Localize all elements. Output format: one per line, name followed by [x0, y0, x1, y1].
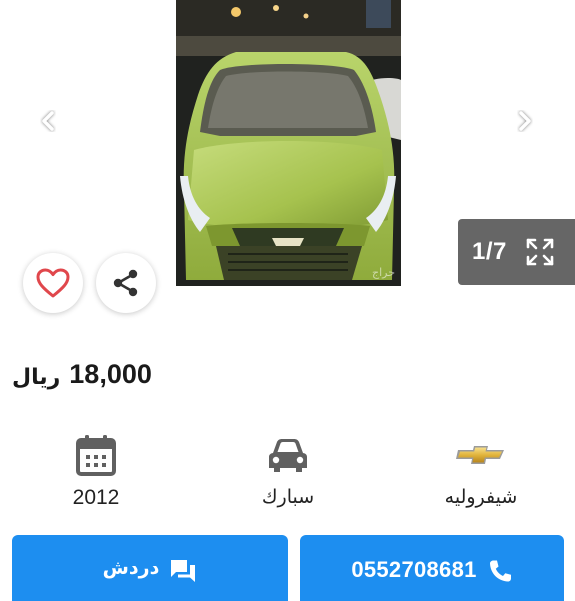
chat-button[interactable]: دردش	[12, 535, 288, 601]
favorite-button[interactable]	[23, 253, 83, 313]
spec-year: 2012	[11, 432, 181, 512]
spec-year-label: 2012	[72, 486, 120, 509]
price-amount: 18,000	[69, 358, 152, 389]
phone-icon	[489, 560, 511, 582]
chevron-left-icon	[42, 111, 54, 131]
calendar-icon	[76, 435, 116, 476]
watermark-text: حراج	[372, 266, 395, 279]
spec-make: شيفروليه	[396, 432, 566, 512]
price: 18,000 ريال	[12, 352, 312, 396]
call-button-label: 0552708681	[351, 557, 477, 582]
next-image-button[interactable]	[510, 104, 540, 138]
chat-button-label: دردش	[102, 557, 160, 579]
fullscreen-button[interactable]	[525, 237, 555, 267]
chevron-right-icon	[519, 111, 531, 131]
heart-icon	[36, 268, 70, 298]
image-counter-panel: 1/7	[458, 219, 575, 285]
car-icon	[269, 439, 307, 472]
image-counter: 1/7	[472, 238, 507, 265]
share-icon	[113, 269, 138, 297]
car-photo[interactable]: حراج	[176, 0, 401, 286]
spec-make-label: شيفروليه	[444, 486, 518, 508]
expand-icon	[526, 238, 554, 266]
car-photo-graphic: حراج	[176, 0, 401, 286]
image-gallery: حراج 1/7	[0, 0, 575, 313]
chevrolet-logo	[456, 446, 504, 464]
share-button[interactable]	[96, 253, 156, 313]
previous-image-button[interactable]	[33, 104, 63, 138]
price-currency: ريال	[12, 364, 61, 390]
call-button[interactable]: 0552708681	[300, 535, 564, 601]
chat-icon	[171, 560, 196, 582]
spec-model: سبارك	[203, 432, 373, 512]
spec-model-label: سبارك	[261, 486, 315, 508]
